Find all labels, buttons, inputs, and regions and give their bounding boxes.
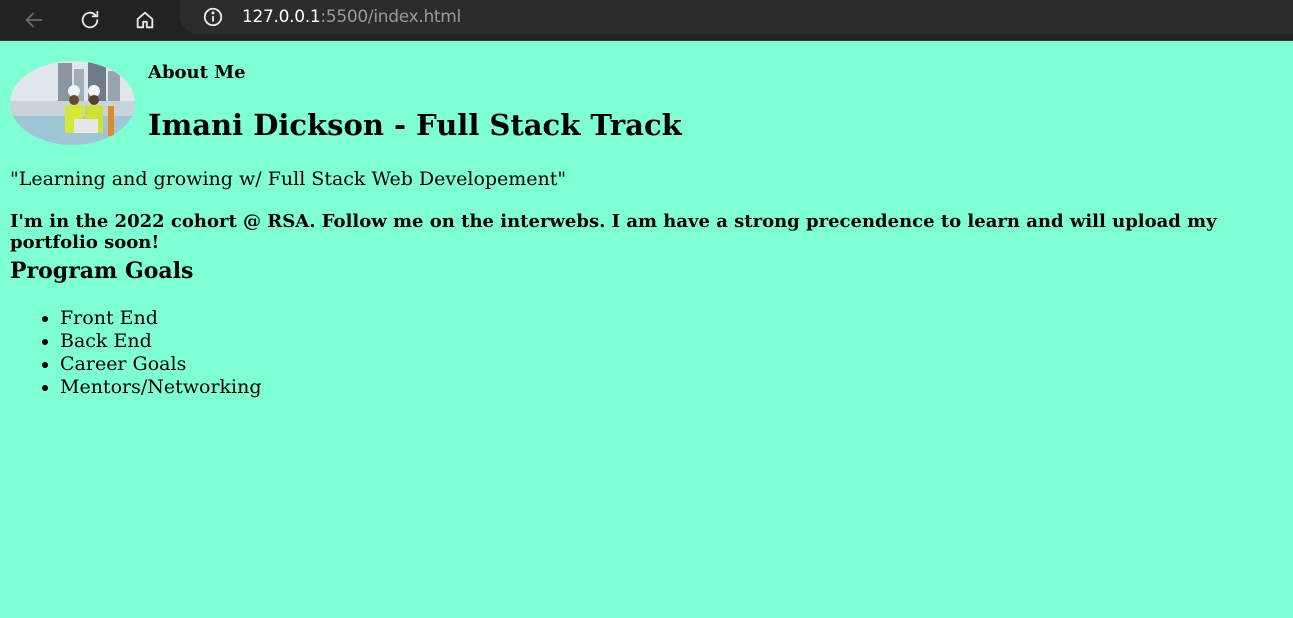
home-icon: [136, 11, 154, 29]
reload-button[interactable]: [74, 4, 106, 36]
home-button[interactable]: [129, 4, 161, 36]
list-item: Back End: [60, 330, 262, 353]
list-item: Front End: [60, 307, 262, 330]
about-heading: About Me: [148, 62, 246, 83]
bio-text: I'm in the 2022 cohort @ RSA. Follow me …: [10, 211, 1217, 253]
browser-toolbar: 127.0.0.1:5500/index.html: [0, 0, 1293, 41]
address-bar[interactable]: 127.0.0.1:5500/index.html: [180, 0, 1293, 34]
profile-image: [10, 61, 135, 145]
url-path: :5500/index.html: [320, 7, 461, 27]
program-goals-list: Front End Back End Career Goals Mentors/…: [10, 307, 262, 399]
back-button[interactable]: [18, 4, 50, 36]
url-host: 127.0.0.1: [242, 7, 321, 27]
page-title: Imani Dickson - Full Stack Track: [148, 108, 682, 142]
tagline: "Learning and growing w/ Full Stack Web …: [10, 168, 567, 190]
list-item: Career Goals: [60, 353, 262, 376]
info-icon[interactable]: [202, 6, 224, 28]
reload-icon: [81, 10, 99, 29]
list-item: Mentors/Networking: [60, 376, 262, 399]
url-text[interactable]: 127.0.0.1:5500/index.html: [242, 7, 461, 27]
arrow-left-icon: [25, 12, 43, 28]
program-goals-heading: Program Goals: [10, 258, 194, 284]
